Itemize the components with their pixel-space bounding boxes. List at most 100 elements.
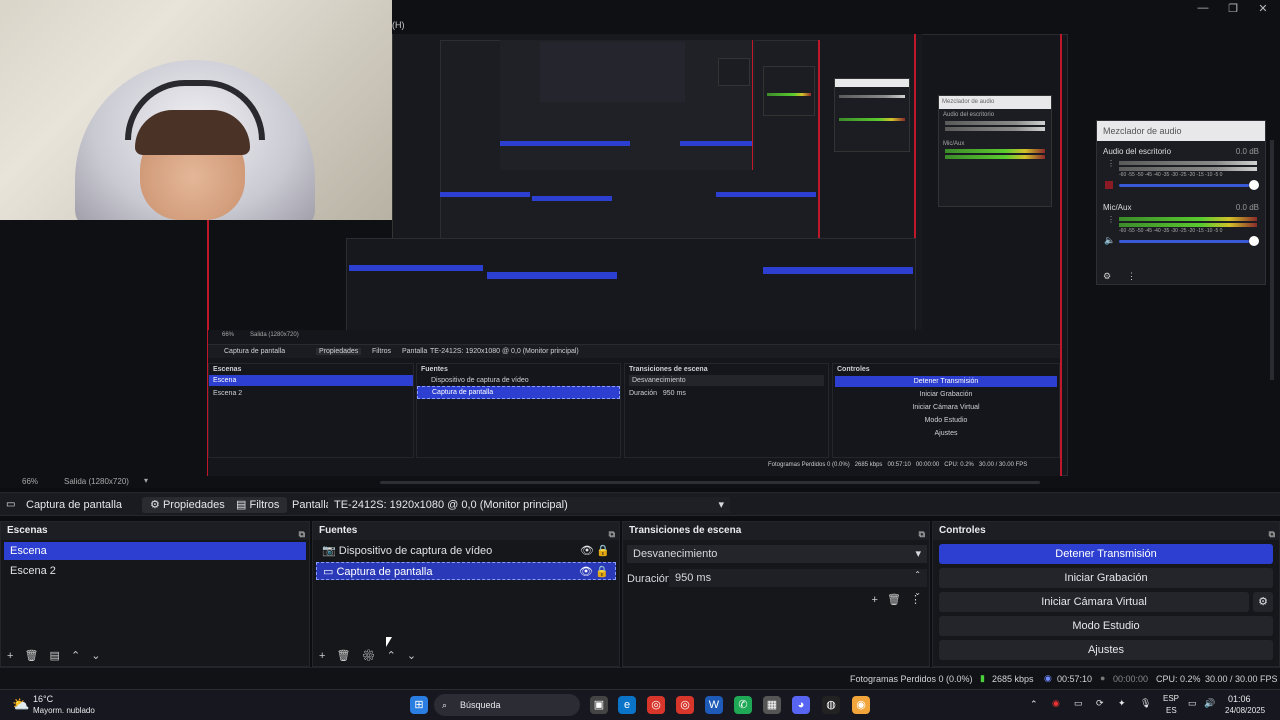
duration-input[interactable]: 950 ms ⌃ ⌄ bbox=[669, 569, 927, 597]
app-icon[interactable]: ▦ bbox=[763, 696, 781, 714]
edge-icon[interactable]: e bbox=[618, 696, 636, 714]
up-arrow-icon[interactable]: ⌃ bbox=[71, 650, 80, 662]
kebab-icon[interactable]: ⋮ bbox=[1107, 215, 1115, 224]
red-border-inner2 bbox=[752, 40, 753, 170]
zoom-level[interactable]: 66% bbox=[22, 477, 38, 486]
output-resolution[interactable]: Salida (1280x720) bbox=[64, 477, 129, 486]
dock-menu-icon[interactable]: ⧉ bbox=[299, 525, 305, 543]
tray-icon[interactable]: ⟳ bbox=[1096, 698, 1104, 709]
speaker-icon[interactable]: 🔈 bbox=[1104, 235, 1115, 246]
menu-icon[interactable]: ⋮ bbox=[910, 594, 921, 606]
tray-icon[interactable]: ▭ bbox=[1074, 698, 1083, 709]
close-icon[interactable]: ✕ bbox=[1248, 2, 1278, 15]
scrollbar[interactable] bbox=[1270, 140, 1274, 380]
webcam-feed[interactable] bbox=[0, 0, 392, 220]
weather-icon[interactable]: ⛅ bbox=[12, 696, 29, 713]
add-icon[interactable]: + bbox=[871, 594, 877, 606]
dock-menu-icon[interactable]: ⧉ bbox=[609, 525, 615, 543]
filters-button[interactable]: ▤ Filtros bbox=[228, 497, 288, 513]
task-view-icon[interactable]: ▣ bbox=[590, 696, 608, 714]
language-primary[interactable]: ESP bbox=[1163, 694, 1179, 703]
weather-desc[interactable]: Mayorm. nublado bbox=[33, 706, 95, 715]
horizontal-scrollbar[interactable] bbox=[380, 481, 1040, 484]
controls-dock: Controles ⧉ Detener Transmisión Iniciar G… bbox=[932, 521, 1280, 667]
up-arrow-icon[interactable]: ⌃ bbox=[387, 650, 396, 662]
transition-select[interactable]: Desvanecimiento ▾ bbox=[627, 545, 927, 563]
filter-icon[interactable]: ▤ bbox=[50, 650, 60, 662]
down-arrow-icon[interactable]: ⌄ bbox=[91, 650, 100, 662]
clock-time[interactable]: 01:06 bbox=[1228, 694, 1251, 704]
mixer-settings-icon[interactable]: ⚙ bbox=[1103, 271, 1111, 282]
mic-label: Mic/Aux bbox=[1103, 203, 1132, 212]
source-toolbar: ▭ Captura de pantalla ⚙ Propiedades ▤ Fi… bbox=[0, 492, 1280, 516]
chevron-up-icon[interactable]: ⌃ bbox=[1030, 699, 1038, 710]
mini-bar-b bbox=[680, 141, 752, 146]
network-icon[interactable]: ▭ bbox=[1188, 698, 1197, 709]
word-icon[interactable]: W bbox=[705, 696, 723, 714]
source-item[interactable]: 📷 Dispositivo de captura de vídeo 👁 🔒 bbox=[316, 542, 616, 560]
display-select[interactable]: TE-2412S: 1920x1080 @ 0,0 (Monitor princ… bbox=[328, 497, 730, 513]
mic-volume-slider[interactable] bbox=[1119, 240, 1249, 243]
chrome-profile-icon[interactable]: ◎ bbox=[676, 696, 694, 714]
mixer-menu-icon[interactable]: ⋮ bbox=[1127, 271, 1136, 282]
properties-button[interactable]: ⚙ Propiedades bbox=[142, 497, 233, 513]
taskbar: ⛅ 16°C Mayorm. nublado ⊞ ⌕ Búsqueda ▣ e … bbox=[0, 689, 1280, 720]
selected-source-name: Captura de pantalla bbox=[26, 499, 123, 511]
app2-icon[interactable]: ◉ bbox=[852, 696, 870, 714]
controls-title: Controles bbox=[939, 525, 986, 536]
windows-start-icon[interactable]: ⊞ bbox=[410, 696, 428, 714]
virtual-camera-settings-button[interactable]: ⚙ bbox=[1253, 592, 1273, 612]
trash-icon[interactable]: 🗑 bbox=[25, 650, 39, 662]
trash-icon[interactable]: 🗑 bbox=[337, 650, 351, 662]
studio-mode-button[interactable]: Modo Estudio bbox=[939, 616, 1273, 636]
microphone-icon[interactable]: 🎙 bbox=[1140, 698, 1151, 709]
gear-icon[interactable]: ⚙ bbox=[362, 650, 376, 662]
scene-item[interactable]: Escena bbox=[4, 542, 306, 560]
down-arrow-icon[interactable]: ⌄ bbox=[407, 650, 416, 662]
mirror-layer-5 bbox=[540, 42, 685, 102]
source-item[interactable]: ▭ Captura de pantalla 👁 🔒 bbox=[316, 562, 616, 580]
minimize-icon[interactable]: — bbox=[1188, 2, 1218, 14]
mini-obs-2 bbox=[346, 238, 916, 333]
desktop-volume-knob[interactable] bbox=[1249, 180, 1259, 190]
preview-canvas[interactable]: — ❐ ✕ (H) Mezclador de audio Audio del e… bbox=[0, 0, 1280, 476]
settings-button[interactable]: Ajustes bbox=[939, 640, 1273, 660]
dock-menu-icon[interactable]: ⧉ bbox=[1269, 525, 1275, 543]
volume-icon[interactable]: 🔊 bbox=[1204, 698, 1215, 709]
kebab-icon[interactable]: ⋮ bbox=[1107, 159, 1115, 168]
maximize-icon[interactable]: ❐ bbox=[1218, 2, 1248, 15]
mic-volume-knob[interactable] bbox=[1249, 236, 1259, 246]
desktop-volume-slider[interactable] bbox=[1119, 184, 1249, 187]
chrome-icon[interactable]: ◎ bbox=[647, 696, 665, 714]
fps: 30.00 / 30.00 FPS bbox=[1205, 674, 1278, 684]
language-secondary[interactable]: ES bbox=[1166, 706, 1177, 715]
search-box[interactable]: ⌕ Búsqueda bbox=[434, 694, 580, 716]
add-icon[interactable]: + bbox=[319, 650, 325, 662]
lock-icon[interactable]: 🔒 bbox=[595, 563, 609, 581]
discord-icon[interactable]: ◕ bbox=[792, 696, 810, 714]
sources-dock: Fuentes ⧉ 📷 Dispositivo de captura de víd… bbox=[312, 521, 620, 667]
sources-footer: + 🗑 ⚙ ⌃ ⌄ bbox=[319, 649, 416, 662]
mute-icon[interactable] bbox=[1105, 181, 1113, 189]
eye-icon[interactable]: 👁 bbox=[580, 542, 594, 560]
tray-icon[interactable]: ✦ bbox=[1118, 698, 1126, 709]
tray-icon[interactable]: ◉ bbox=[1052, 698, 1060, 709]
clock-date[interactable]: 24/08/2025 bbox=[1225, 706, 1265, 715]
scene-item[interactable]: Escena 2 bbox=[4, 562, 306, 580]
mini-mixer-3 bbox=[834, 78, 910, 152]
lock-icon[interactable]: 🔒 bbox=[596, 542, 610, 560]
chevron-down-icon: ▾ bbox=[718, 499, 724, 511]
start-virtual-camera-button[interactable]: Iniciar Cámara Virtual bbox=[939, 592, 1249, 612]
trash-icon[interactable]: 🗑 bbox=[887, 594, 901, 606]
chevron-down-icon[interactable]: ▾ bbox=[144, 476, 148, 485]
whatsapp-icon[interactable]: ✆ bbox=[734, 696, 752, 714]
sources-title: Fuentes bbox=[319, 525, 358, 536]
obs-icon[interactable]: ◍ bbox=[822, 696, 840, 714]
stop-streaming-button[interactable]: Detener Transmisión bbox=[939, 544, 1273, 564]
weather-temp[interactable]: 16°C bbox=[33, 694, 53, 704]
dock-menu-icon[interactable]: ⧉ bbox=[919, 525, 925, 543]
audio-mixer-panel: Mezclador de audio Audio del escritorio … bbox=[1096, 120, 1266, 285]
add-icon[interactable]: + bbox=[7, 650, 13, 662]
start-recording-button[interactable]: Iniciar Grabación bbox=[939, 568, 1273, 588]
eye-icon[interactable]: 👁 bbox=[579, 563, 593, 581]
